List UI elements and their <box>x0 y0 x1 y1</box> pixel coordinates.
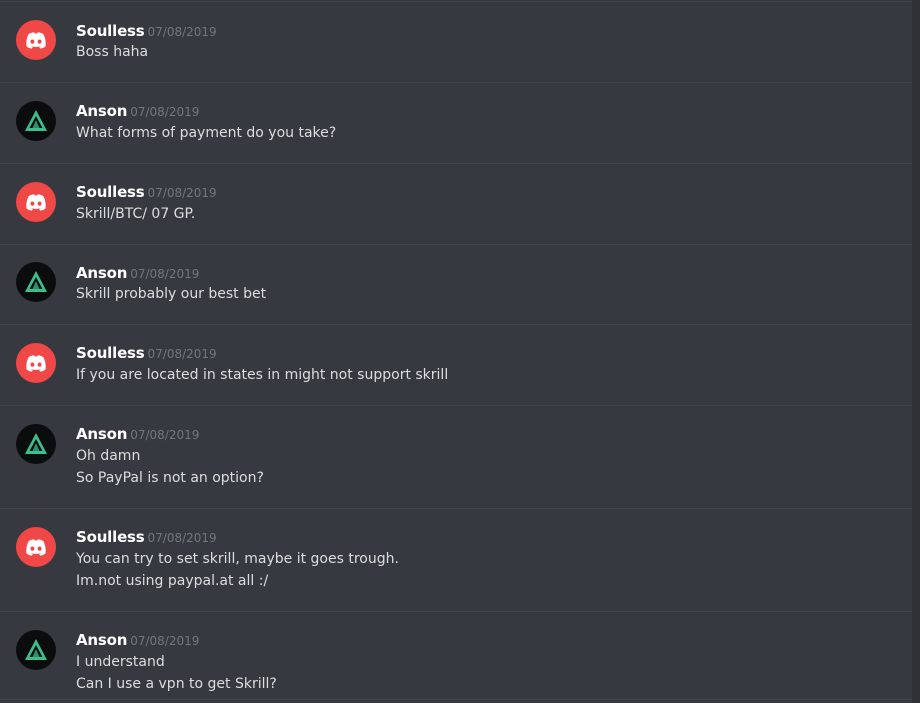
message-text: Oh damn <box>76 448 141 464</box>
author-name[interactable]: Anson <box>76 102 127 120</box>
avatar-soulless[interactable] <box>16 182 56 222</box>
message-text: Skrill probably our best bet <box>76 286 267 302</box>
avatar-anson[interactable] <box>16 262 56 302</box>
message-text: So PayPal is not an option? <box>76 470 264 486</box>
message-header: Soulless 07/08/2019 <box>76 21 217 40</box>
message-timestamp[interactable]: 07/08/2019 <box>130 105 199 119</box>
author-name[interactable]: Soulless <box>76 344 145 362</box>
message-divider <box>0 405 912 406</box>
message-divider <box>0 324 912 325</box>
avatar-anson[interactable] <box>16 101 56 141</box>
message-timestamp[interactable]: 07/08/2019 <box>130 634 199 648</box>
message-divider <box>0 163 912 164</box>
chat-messages: Soulless 07/08/2019 Boss haha Anson 07/08/… <box>0 0 920 703</box>
triangle-logo-icon <box>25 110 47 131</box>
message-text: You can try to set skrill, maybe it goes… <box>76 551 399 567</box>
discord-logo-icon <box>26 355 46 372</box>
discord-logo-icon <box>26 194 46 211</box>
message-header: Anson 07/08/2019 <box>76 101 199 120</box>
message-timestamp[interactable]: 07/08/2019 <box>130 267 199 281</box>
message-timestamp[interactable]: 07/08/2019 <box>148 347 217 361</box>
triangle-logo-icon <box>25 271 47 292</box>
discord-logo-icon <box>26 539 46 556</box>
message-header: Soulless 07/08/2019 <box>76 182 217 201</box>
message-header: Anson 07/08/2019 <box>76 263 199 282</box>
message-divider <box>0 1 912 2</box>
avatar-soulless[interactable] <box>16 527 56 567</box>
message-text: Boss haha <box>76 44 149 60</box>
message-timestamp[interactable]: 07/08/2019 <box>130 428 199 442</box>
author-name[interactable]: Anson <box>76 264 127 282</box>
author-name[interactable]: Anson <box>76 425 127 443</box>
message-text: I understand <box>76 654 165 670</box>
message-text: What forms of payment do you take? <box>76 125 337 141</box>
triangle-logo-icon <box>25 639 47 660</box>
message-text: Can I use a vpn to get Skrill? <box>76 676 277 692</box>
message-header: Anson 07/08/2019 <box>76 424 199 443</box>
message-header: Anson 07/08/2019 <box>76 630 199 649</box>
message-divider <box>0 611 912 612</box>
message-text: Skrill/BTC/ 07 GP. <box>76 206 196 222</box>
avatar-anson[interactable] <box>16 630 56 670</box>
message-header: Soulless 07/08/2019 <box>76 527 217 546</box>
message-text: If you are located in states in might no… <box>76 367 449 383</box>
avatar-soulless[interactable] <box>16 20 56 60</box>
author-name[interactable]: Soulless <box>76 528 145 546</box>
message-timestamp[interactable]: 07/08/2019 <box>148 531 217 545</box>
author-name[interactable]: Anson <box>76 631 127 649</box>
avatar-soulless[interactable] <box>16 343 56 383</box>
discord-logo-icon <box>26 32 46 49</box>
message-divider <box>0 508 912 509</box>
triangle-logo-icon <box>25 433 47 454</box>
avatar-anson[interactable] <box>16 424 56 464</box>
message-header: Soulless 07/08/2019 <box>76 343 217 362</box>
message-text: Im.not using paypal.at all :/ <box>76 573 269 589</box>
message-divider <box>0 244 912 245</box>
author-name[interactable]: Soulless <box>76 183 145 201</box>
message-timestamp[interactable]: 07/08/2019 <box>148 25 217 39</box>
scrollbar[interactable] <box>912 0 920 703</box>
message-divider <box>0 699 912 700</box>
message-divider <box>0 82 912 83</box>
author-name[interactable]: Soulless <box>76 22 145 40</box>
message-timestamp[interactable]: 07/08/2019 <box>148 186 217 200</box>
